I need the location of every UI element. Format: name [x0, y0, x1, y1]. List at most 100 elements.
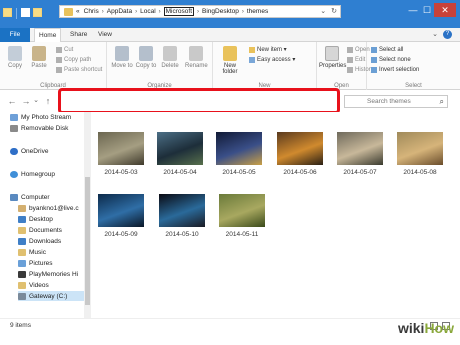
close-button[interactable]: ✕ — [434, 3, 456, 17]
sidebar-item-user[interactable]: byankno1@live.c — [18, 203, 79, 213]
tab-file[interactable]: File — [0, 28, 30, 42]
copy-button[interactable]: Copy — [4, 46, 26, 69]
overflow-button[interactable]: « — [76, 8, 80, 15]
edit-button[interactable]: Edit — [347, 56, 365, 64]
scrollbar-thumb[interactable] — [85, 177, 90, 305]
file-item[interactable]: 2014-05-10 — [158, 194, 206, 238]
crumb-themes[interactable]: themes — [247, 8, 268, 15]
window-controls: — ☐ ✕ — [406, 3, 456, 17]
maximize-button[interactable]: ☐ — [420, 3, 434, 17]
playmemories-icon — [18, 270, 26, 278]
up-button[interactable]: ↑ — [42, 95, 54, 107]
search-placeholder: Search themes — [367, 98, 411, 105]
chevron-right-icon[interactable]: › — [197, 9, 199, 15]
file-item[interactable]: 2014-05-03 — [97, 132, 145, 176]
sidebar-item-removable-disk[interactable]: Removable Disk — [10, 123, 68, 133]
sidebar-item-onedrive[interactable]: OneDrive — [10, 146, 48, 156]
music-icon — [18, 248, 26, 256]
paste-button[interactable]: Paste — [28, 46, 50, 69]
chevron-down-icon[interactable]: ⌄ — [432, 30, 438, 38]
copy-icon — [8, 46, 22, 61]
new-folder-button[interactable]: New folder — [217, 46, 243, 75]
new-item-button[interactable]: New item ▾ — [249, 46, 287, 54]
sidebar-item-playmemories[interactable]: PlayMemories Hi — [18, 269, 78, 279]
thumbnail-image — [277, 132, 323, 165]
videos-icon — [18, 281, 26, 289]
search-icon[interactable]: ⌕ — [440, 97, 444, 107]
crumb-local[interactable]: Local — [140, 8, 156, 15]
crumb-chris[interactable]: Chris — [84, 8, 99, 15]
tab-home[interactable]: Home — [34, 28, 62, 42]
chevron-right-icon[interactable]: › — [102, 9, 104, 15]
tab-view[interactable]: View — [94, 28, 116, 42]
file-item[interactable]: 2014-05-07 — [336, 132, 384, 176]
copy-to-button[interactable]: Copy to — [135, 46, 157, 69]
new-folder-icon — [223, 46, 237, 61]
select-none-button[interactable]: Select none — [371, 56, 411, 64]
file-list: 2014-05-03 2014-05-04 2014-05-05 2014-05… — [91, 112, 460, 318]
computer-icon — [10, 193, 18, 201]
sidebar-item-gateway-c[interactable]: Gateway (C:) — [18, 291, 84, 301]
delete-button[interactable]: Delete — [159, 46, 181, 69]
refresh-icon[interactable]: ↻ — [331, 7, 337, 15]
copy-path-button[interactable]: Copy path — [56, 56, 91, 64]
sidebar-scrollbar[interactable] — [84, 112, 91, 318]
item-count: 9 items — [10, 322, 31, 329]
file-item[interactable]: 2014-05-11 — [218, 194, 266, 238]
help-icon[interactable]: ? — [443, 30, 452, 39]
file-name: 2014-05-10 — [165, 231, 199, 238]
search-input[interactable]: Search themes ⌕ — [344, 95, 448, 108]
sidebar-item-pictures[interactable]: Pictures — [18, 258, 52, 268]
sidebar-item-computer[interactable]: Computer — [10, 192, 50, 202]
invert-selection-button[interactable]: Invert selection — [371, 66, 419, 74]
easy-access-button[interactable]: Easy access ▾ — [249, 56, 295, 64]
file-item[interactable]: 2014-05-08 — [396, 132, 444, 176]
select-all-button[interactable]: Select all — [371, 46, 403, 54]
chevron-right-icon[interactable]: › — [242, 9, 244, 15]
wikihow-logo: wikiHow — [397, 320, 454, 336]
navigation-pane: My Photo Stream Removable Disk OneDrive … — [0, 112, 84, 318]
sidebar-item-desktop[interactable]: Desktop — [18, 214, 53, 224]
back-button[interactable]: ← — [6, 95, 18, 107]
group-label-select: Select — [405, 83, 422, 89]
properties-icon — [325, 46, 339, 61]
crumb-microsoft[interactable]: Microsoft — [163, 7, 195, 16]
recent-locations-button[interactable]: ⌄ — [32, 95, 40, 107]
tab-share[interactable]: Share — [66, 28, 91, 42]
properties-button[interactable]: Properties — [319, 46, 346, 69]
file-item[interactable]: 2014-05-06 — [276, 132, 324, 176]
folder-icon[interactable] — [3, 8, 12, 17]
sidebar-item-videos[interactable]: Videos — [18, 280, 49, 290]
chevron-right-icon[interactable]: › — [159, 9, 161, 15]
file-item[interactable]: 2014-05-05 — [215, 132, 263, 176]
minimize-button[interactable]: — — [406, 3, 420, 17]
sidebar-item-my-photo-stream[interactable]: My Photo Stream — [10, 112, 71, 122]
address-dropdown-icon[interactable]: ⌄ — [320, 7, 326, 15]
sidebar-item-downloads[interactable]: Downloads — [18, 236, 61, 246]
forward-button[interactable]: → — [20, 95, 32, 107]
clipboard-group: Copy Paste Cut Copy path Paste shortcut … — [0, 42, 107, 90]
rename-button[interactable]: Rename — [185, 46, 208, 69]
sidebar-item-documents[interactable]: Documents — [18, 225, 62, 235]
group-label-clipboard: Clipboard — [40, 83, 66, 89]
paste-shortcut-button[interactable]: Paste shortcut — [56, 66, 102, 74]
new-item-icon — [249, 47, 255, 53]
crumb-bingdesktop[interactable]: BingDesktop — [202, 8, 239, 15]
homegroup-icon — [10, 170, 18, 178]
separator — [16, 8, 17, 19]
folder-icon — [64, 8, 73, 16]
new-folder-icon[interactable] — [33, 8, 42, 17]
thumbnail-image — [98, 132, 144, 165]
file-item[interactable]: 2014-05-09 — [97, 194, 145, 238]
thumbnail-image — [219, 194, 265, 227]
address-bar[interactable]: « Chris › AppData › Local › Microsoft › … — [59, 5, 341, 18]
move-to-button[interactable]: Move to — [111, 46, 133, 69]
sidebar-item-music[interactable]: Music — [18, 247, 46, 257]
file-item[interactable]: 2014-05-04 — [156, 132, 204, 176]
crumb-appdata[interactable]: AppData — [107, 8, 132, 15]
thumbnail-image — [337, 132, 383, 165]
properties-icon[interactable] — [21, 8, 30, 17]
chevron-right-icon[interactable]: › — [135, 9, 137, 15]
cut-button[interactable]: Cut — [56, 46, 73, 54]
sidebar-item-homegroup[interactable]: Homegroup — [10, 169, 55, 179]
